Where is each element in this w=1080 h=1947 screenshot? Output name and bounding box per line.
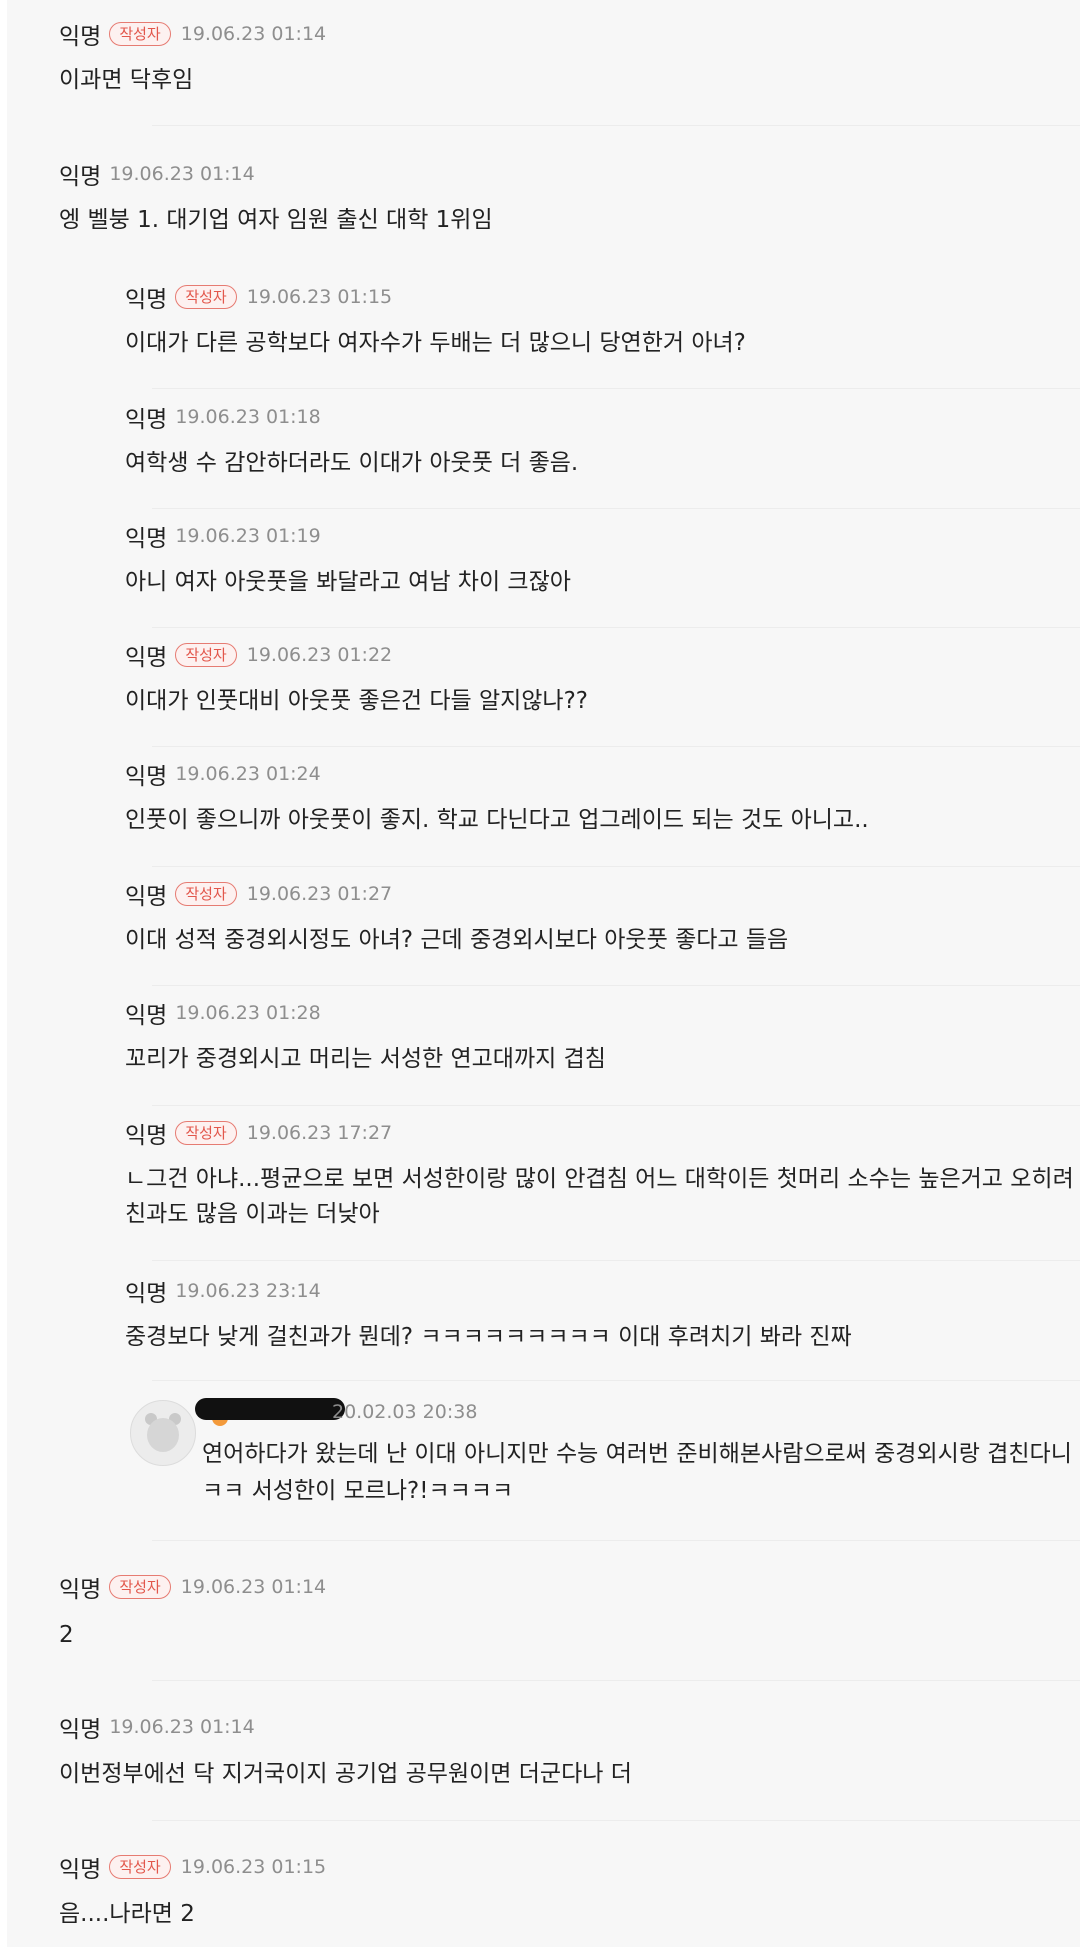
redacted-username: [195, 1398, 345, 1420]
comment-body: 이과면 닥후임: [59, 67, 194, 93]
comment-body: 2: [59, 1622, 74, 1648]
comment-body: 친과도 많음 이과는 더낮아: [125, 1201, 380, 1227]
comment-body: 중경보다 낮게 걸친과가 뭔데? ㅋㅋㅋㅋㅋㅋㅋㅋㅋ 이대 후려치기 봐라 진짜: [125, 1324, 852, 1350]
comment-meta: 익명 작성자 19.06.23 01:15: [59, 1851, 326, 1883]
comment-author[interactable]: 익명: [125, 996, 167, 1030]
author-badge: 작성자: [175, 285, 237, 309]
comment-author[interactable]: 익명: [59, 157, 101, 191]
comment-author[interactable]: 익명: [125, 877, 167, 911]
comment-body: 이대가 다른 공학보다 여자수가 두배는 더 많으니 당연한거 아녀?: [125, 330, 746, 356]
comment-time: 19.06.23 01:22: [246, 644, 393, 666]
comment-author[interactable]: 익명: [59, 1710, 101, 1744]
comment-author[interactable]: 익명: [125, 280, 167, 314]
divider: [152, 1105, 1080, 1106]
comment-meta: 익명 작성자 19.06.23 01:22: [125, 639, 392, 671]
author-badge: 작성자: [109, 22, 171, 46]
comment-author[interactable]: 익명: [125, 519, 167, 553]
comment-body: 이번정부에선 닥 지거국이지 공기업 공무원이면 더군다나 더: [59, 1761, 632, 1787]
comment-time: 19.06.23 01:14: [180, 1576, 327, 1598]
comment-meta: 익명 19.06.23 01:14: [59, 1711, 255, 1743]
comment-meta: 익명 작성자 19.06.23 01:14: [59, 18, 326, 50]
comment-time: 19.06.23 01:15: [180, 1856, 327, 1878]
comment-body: 이대가 인풋대비 아웃풋 좋은건 다들 알지않나??: [125, 688, 589, 714]
divider: [152, 1260, 1080, 1261]
divider: [152, 746, 1080, 747]
divider: [152, 125, 1080, 126]
comment-author[interactable]: 익명: [125, 1274, 167, 1308]
divider: [152, 508, 1080, 509]
comment-author[interactable]: 익명: [125, 400, 167, 434]
comment-meta: 익명 19.06.23 01:19: [125, 520, 321, 552]
divider: [152, 388, 1080, 389]
divider: [152, 1380, 1080, 1381]
comment-author[interactable]: 익명: [59, 1850, 101, 1884]
author-badge: 작성자: [109, 1855, 171, 1879]
comment-author[interactable]: 익명: [59, 1570, 101, 1604]
comment-author[interactable]: 익명: [125, 638, 167, 672]
comment-time: 20.02.03 20:38: [332, 1401, 478, 1423]
comment-body: 연어하다가 왔는데 난 이대 아니지만 수능 여러번 준비해본사람으로써 중경외…: [202, 1441, 1072, 1467]
comment-time: 19.06.23 01:24: [175, 763, 321, 785]
comment-time: 19.06.23 01:27: [246, 883, 393, 905]
divider: [152, 627, 1080, 628]
comment-author[interactable]: 익명: [125, 1116, 167, 1150]
comment-body: ㄴ그건 아냐...평균으로 보면 서성한이랑 많이 안겹침 어느 대학이든 첫머…: [125, 1166, 1074, 1192]
comment-body: 여학생 수 감안하더라도 이대가 아웃풋 더 좋음.: [125, 450, 579, 476]
author-badge: 작성자: [175, 1121, 237, 1145]
comment-time: 19.06.23 01:14: [109, 163, 255, 185]
comment-meta: 20.02.03 20:38: [332, 1396, 477, 1428]
comment-time: 19.06.23 01:28: [175, 1002, 321, 1024]
comment-body: 음....나라면 2: [59, 1901, 195, 1927]
comment-page: 익명 작성자 19.06.23 01:14 이과면 닥후임 익명 19.06.2…: [0, 0, 1080, 1947]
comment-time: 19.06.23 01:19: [175, 525, 321, 547]
comment-body: 인풋이 좋으니까 아웃풋이 좋지. 학교 다닌다고 업그레이드 되는 것도 아니…: [125, 807, 869, 833]
divider: [152, 1820, 1080, 1821]
comment-time: 19.06.23 01:18: [175, 406, 321, 428]
author-badge: 작성자: [175, 882, 237, 906]
divider: [152, 866, 1080, 867]
author-badge: 작성자: [109, 1575, 171, 1599]
comment-meta: 익명 19.06.23 01:14: [59, 158, 255, 190]
comment-time: 19.06.23 23:14: [175, 1280, 321, 1302]
comment-body: 꼬리가 중경외시고 머리는 서성한 연고대까지 겹침: [125, 1046, 606, 1072]
comment-time: 19.06.23 01:14: [180, 23, 327, 45]
author-badge: 작성자: [175, 643, 237, 667]
comment-body: 엥 벨붕 1. 대기업 여자 임원 출신 대학 1위임: [59, 207, 493, 233]
comment-meta: 익명 작성자 19.06.23 01:14: [59, 1571, 326, 1603]
comment-list: 익명 작성자 19.06.23 01:14 이과면 닥후임 익명 19.06.2…: [7, 0, 1080, 1947]
comment-body: 이대 성적 중경외시정도 아녀? 근데 중경외시보다 아웃풋 좋다고 들음: [125, 927, 789, 953]
comment-body: 아니 여자 아웃풋을 봐달라고 여남 차이 크잖아: [125, 569, 571, 595]
avatar[interactable]: [130, 1400, 196, 1466]
comment-meta: 익명 19.06.23 23:14: [125, 1275, 321, 1307]
comment-author[interactable]: 익명: [125, 757, 167, 791]
comment-author[interactable]: 익명: [59, 17, 101, 51]
comment-meta: 익명 작성자 19.06.23 01:15: [125, 281, 392, 313]
comment-meta: 익명 19.06.23 01:18: [125, 401, 321, 433]
comment-time: 19.06.23 17:27: [246, 1122, 393, 1144]
comment-body: ㅋㅋ 서성한이 모르나?!ㅋㅋㅋㅋ: [202, 1478, 514, 1504]
comment-time: 19.06.23 01:15: [246, 286, 393, 308]
divider: [152, 1680, 1080, 1681]
comment-meta: 익명 작성자 19.06.23 17:27: [125, 1117, 392, 1149]
comment-time: 19.06.23 01:14: [109, 1716, 255, 1738]
comment-meta: 익명 19.06.23 01:24: [125, 758, 321, 790]
comment-meta: 익명 작성자 19.06.23 01:27: [125, 878, 392, 910]
comment-meta: 익명 19.06.23 01:28: [125, 997, 321, 1029]
divider: [152, 985, 1080, 986]
divider: [152, 1540, 1080, 1541]
